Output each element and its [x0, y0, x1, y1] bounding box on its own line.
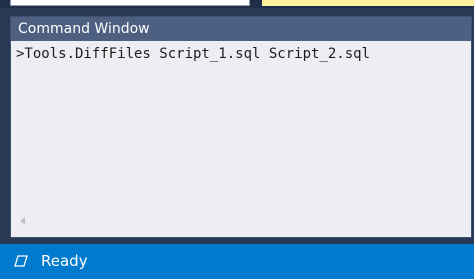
command-window-panel: Command Window >Tools.DiffFiles Script_1…	[10, 16, 472, 238]
command-window-title[interactable]: Command Window	[11, 17, 471, 41]
top-input-box[interactable]	[10, 0, 250, 6]
scroll-left-arrow-icon[interactable]	[20, 217, 25, 225]
command-line[interactable]: >Tools.DiffFiles Script_1.sql Script_2.s…	[16, 45, 370, 63]
status-text: Ready	[41, 252, 88, 270]
top-toolbar-strip	[0, 0, 474, 8]
status-bar: Ready	[0, 244, 474, 279]
command-window-content[interactable]: >Tools.DiffFiles Script_1.sql Script_2.s…	[11, 41, 471, 237]
top-highlight-bar	[262, 0, 474, 6]
status-window-icon	[14, 255, 28, 267]
